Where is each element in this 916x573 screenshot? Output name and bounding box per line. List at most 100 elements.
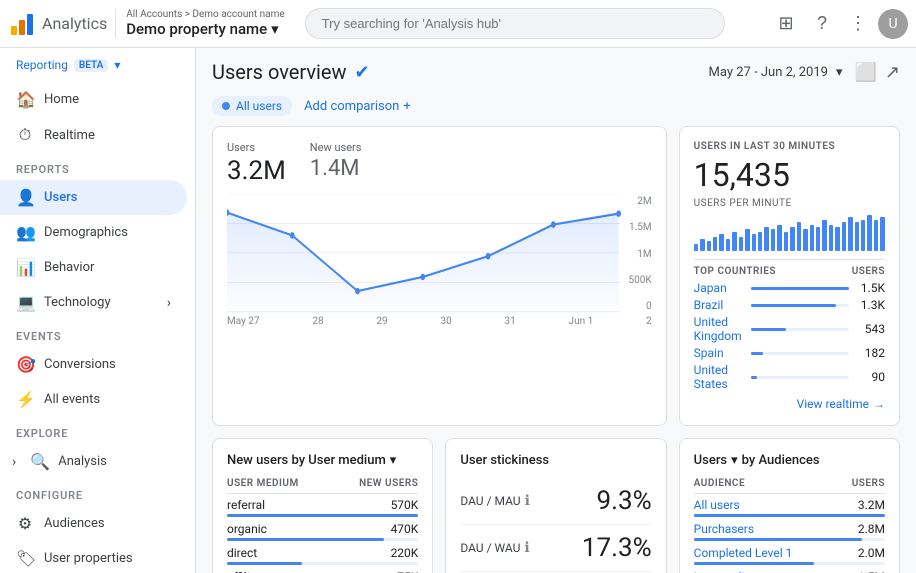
- beta-badge: BETA: [74, 59, 108, 72]
- medium-bar-wrap: [227, 514, 418, 517]
- countries-list: Japan 1.5K Brazil 1.3K United Kingdom 54…: [694, 281, 885, 391]
- sidebar-item-label: Demographics: [44, 225, 128, 240]
- new-users-medium-title[interactable]: New users by User medium: [227, 453, 418, 468]
- aud-name[interactable]: All users: [694, 498, 740, 512]
- x-label-may27: May 27: [227, 316, 260, 327]
- country-name[interactable]: United Kingdom: [694, 315, 743, 343]
- aud-row-top: Completed Level 1 2.0M: [694, 546, 885, 560]
- sidebar-item-conversions[interactable]: 🎯 Conversions: [0, 347, 187, 382]
- stickiness-label: DAU / WAU ℹ: [460, 540, 529, 556]
- reports-section-label: REPORTS: [0, 153, 195, 180]
- sidebar-item-audiences[interactable]: ⚙ Audiences: [0, 506, 187, 541]
- sidebar-item-home[interactable]: 🏠 Home: [0, 82, 187, 117]
- sidebar-item-analysis[interactable]: 🔍 Analysis: [0, 444, 187, 479]
- all-users-chip[interactable]: All users: [212, 96, 292, 116]
- property-name[interactable]: Demo property name: [126, 20, 284, 38]
- x-label-29: 29: [376, 316, 387, 327]
- chart-y-labels: 2M 1.5M 1M 500K 0: [620, 194, 652, 314]
- new-users-value: 1.4M: [310, 156, 362, 181]
- sidebar-item-label: Technology: [44, 295, 111, 310]
- country-value: 182: [857, 346, 885, 360]
- country-bar: [751, 287, 849, 290]
- aud-name[interactable]: Completed Level 1: [694, 546, 793, 560]
- medium-name: organic: [227, 522, 267, 536]
- add-icon: +: [403, 99, 410, 114]
- explore-section-label: EXPLORE: [0, 417, 195, 444]
- aud-row: Completed Level 1 2.0M: [694, 546, 885, 565]
- y-label-500k: 500K: [620, 275, 652, 286]
- sidebar-item-users[interactable]: 👤 Users: [0, 180, 187, 215]
- behavior-icon: 📊: [16, 258, 34, 277]
- mini-bar: [739, 237, 743, 251]
- header-right: May 27 - Jun 2, 2019 ⬜ ↗: [709, 62, 900, 83]
- country-row: United Kingdom 543: [694, 315, 885, 343]
- home-icon: 🏠: [16, 90, 34, 109]
- aud-name[interactable]: Purchasers: [694, 522, 754, 536]
- audiences-icon: ⚙: [16, 514, 34, 533]
- audiences-title[interactable]: Users by Audiences: [694, 453, 885, 468]
- search-bar[interactable]: [305, 8, 725, 39]
- date-range-selector[interactable]: May 27 - Jun 2, 2019: [709, 65, 843, 80]
- sidebar-item-userproperties[interactable]: 🏷 User properties: [0, 541, 187, 573]
- property-selector[interactable]: All Accounts > Demo account name Demo pr…: [115, 9, 284, 38]
- topbar: Analytics All Accounts > Demo account na…: [0, 0, 916, 48]
- aud-row-top: All users 3.2M: [694, 498, 885, 512]
- sidebar-item-realtime[interactable]: ⏱ Realtime: [0, 117, 187, 153]
- realtime-icon: ⏱: [16, 125, 34, 145]
- country-name[interactable]: United States: [694, 363, 743, 391]
- arrow-right-icon: [873, 397, 885, 411]
- x-label-2: 2: [646, 316, 652, 327]
- demographics-icon: 👥: [16, 223, 34, 242]
- info-icon[interactable]: ℹ: [524, 540, 529, 556]
- more-options-icon-button[interactable]: ⋮: [842, 8, 874, 40]
- medium-name: direct: [227, 546, 257, 560]
- mini-bar: [797, 222, 801, 251]
- realtime-card: USERS IN LAST 30 MINUTES 15,435 USERS PE…: [679, 126, 900, 426]
- apps-icon-button[interactable]: ⊞: [770, 8, 802, 40]
- aud-bar-wrap: [694, 538, 885, 541]
- add-comparison-button[interactable]: Add comparison +: [304, 99, 411, 114]
- sidebar-reporting[interactable]: Reporting BETA: [0, 48, 195, 82]
- sidebar-item-label: Analysis: [58, 454, 107, 469]
- info-icon[interactable]: ℹ: [525, 493, 530, 509]
- export-icon-button[interactable]: ⬜: [854, 62, 876, 83]
- date-actions: ⬜ ↗: [854, 62, 900, 83]
- medium-bar: [227, 562, 302, 565]
- medium-row-top: referral 570K: [227, 498, 418, 512]
- aud-value: 2.8M: [858, 522, 885, 536]
- sidebar-item-label: Audiences: [44, 516, 105, 531]
- mini-bar: [867, 215, 871, 251]
- help-icon-button[interactable]: ?: [806, 8, 838, 40]
- country-name[interactable]: Japan: [694, 281, 743, 295]
- users-col-label: USERS: [852, 266, 885, 277]
- country-row: Spain 182: [694, 346, 885, 360]
- share-icon-button[interactable]: ↗: [885, 62, 900, 83]
- view-realtime-link[interactable]: View realtime: [694, 397, 885, 411]
- search-input[interactable]: [305, 8, 725, 39]
- mini-bar: [764, 227, 768, 251]
- country-name[interactable]: Spain: [694, 346, 743, 360]
- stickiness-title: User stickiness: [460, 453, 651, 468]
- stickiness-value: 17.3%: [582, 533, 652, 563]
- sidebar-item-behavior[interactable]: 📊 Behavior: [0, 250, 187, 285]
- medium-bar: [227, 538, 384, 541]
- mini-bar: [771, 229, 775, 251]
- user-avatar[interactable]: U: [878, 9, 908, 39]
- aud-value: 3.2M: [858, 498, 885, 512]
- reporting-label: Reporting: [16, 58, 68, 72]
- mini-bar: [874, 220, 878, 251]
- sidebar-item-technology[interactable]: 💻 Technology: [0, 285, 187, 320]
- country-bar-wrap: [751, 376, 849, 379]
- page-header: Users overview ✔ May 27 - Jun 2, 2019 ⬜ …: [212, 48, 900, 92]
- y-label-1m: 1M: [620, 249, 652, 260]
- sidebar-item-demographics[interactable]: 👥 Demographics: [0, 215, 187, 250]
- country-name[interactable]: Brazil: [694, 298, 743, 312]
- x-label-31: 31: [505, 316, 516, 327]
- x-label-30: 30: [440, 316, 451, 327]
- stickiness-card: User stickiness DAU / MAU ℹ 9.3% DAU / W…: [445, 438, 666, 573]
- audiences-dropdown-icon: [731, 453, 738, 468]
- medium-row: organic 470K: [227, 522, 418, 541]
- sidebar-item-allevents[interactable]: ⚡ All events: [0, 382, 187, 417]
- y-label-0: 0: [620, 301, 652, 312]
- country-bar: [751, 304, 836, 307]
